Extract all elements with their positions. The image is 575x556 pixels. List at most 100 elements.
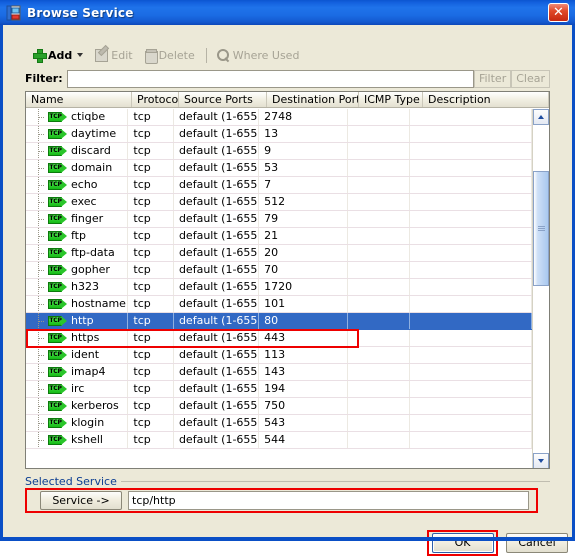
row-name-cell: TCP daytime	[26, 126, 129, 142]
table-row[interactable]: TCP kerberos tcpdefault (1-65535)750	[26, 398, 532, 415]
scroll-up-button[interactable]	[533, 109, 549, 125]
tree-branch-line	[26, 347, 48, 363]
add-button[interactable]: Add	[29, 45, 87, 65]
row-destination-ports-cell: 20	[259, 245, 349, 261]
filter-input[interactable]	[66, 69, 474, 88]
row-icmp-type-cell	[348, 347, 411, 363]
row-protocol-cell: tcp	[128, 194, 174, 210]
cancel-button[interactable]: Cancel	[506, 533, 568, 553]
table-row[interactable]: TCP gopher tcpdefault (1-65535)70	[26, 262, 532, 279]
row-name-label: imap4	[71, 365, 106, 378]
tcp-tag-icon: TCP	[48, 333, 67, 343]
row-source-ports-cell: default (1-65535)	[174, 211, 260, 227]
close-icon[interactable]: ✕	[548, 3, 569, 22]
filter-clear-button[interactable]: Clear	[511, 69, 550, 88]
row-name-cell: TCP h323	[26, 279, 129, 295]
table-row[interactable]: TCP imap4 tcpdefault (1-65535)143	[26, 364, 532, 381]
row-name-label: irc	[71, 382, 85, 395]
row-icmp-type-cell	[348, 381, 411, 397]
row-protocol-cell: tcp	[128, 228, 174, 244]
table-row[interactable]: TCP hostnametcpdefault (1-65535)101	[26, 296, 532, 313]
table-row[interactable]: TCP ctiqbe tcpdefault (1-65535)2748	[26, 109, 532, 126]
tcp-tag-icon: TCP	[48, 112, 67, 122]
tree-branch-line	[26, 381, 48, 397]
table-row[interactable]: TCP http tcpdefault (1-65535)80	[26, 313, 532, 330]
ok-button-annotation: OK	[427, 530, 498, 556]
table-row[interactable]: TCP daytime tcpdefault (1-65535)13	[26, 126, 532, 143]
table-row[interactable]: TCP discard tcpdefault (1-65535)9	[26, 143, 532, 160]
column-header-destination-ports[interactable]: Destination Ports	[267, 92, 359, 107]
column-header-icmp-type[interactable]: ICMP Type	[359, 92, 423, 107]
row-icmp-type-cell	[348, 143, 411, 159]
row-destination-ports-cell: 750	[259, 398, 349, 414]
scroll-down-button[interactable]	[533, 453, 549, 468]
row-source-ports-cell: default (1-65535)	[174, 177, 260, 193]
scrollbar-grip	[538, 226, 545, 231]
table-row[interactable]: TCP ident tcpdefault (1-65535)113	[26, 347, 532, 364]
row-destination-ports-cell: 1720	[259, 279, 349, 295]
tree-branch-line	[26, 194, 48, 210]
table-row[interactable]: TCP kshell tcpdefault (1-65535)544	[26, 432, 532, 449]
selected-service-input[interactable]	[128, 491, 529, 510]
tcp-tag-icon: TCP	[48, 163, 67, 173]
row-name-label: klogin	[71, 416, 105, 429]
row-name-label: ctiqbe	[71, 110, 106, 123]
edit-button-label: Edit	[111, 48, 133, 62]
filter-apply-button[interactable]: Filter	[473, 69, 512, 88]
column-header-name[interactable]: Name	[26, 92, 132, 107]
table-row[interactable]: TCP https tcpdefault (1-65535)443	[26, 330, 532, 347]
row-name-cell: TCP klogin	[26, 415, 129, 431]
tree-branch-line	[26, 415, 48, 431]
edit-button[interactable]: Edit	[91, 45, 136, 65]
table-row[interactable]: TCP domain tcpdefault (1-65535)53	[26, 160, 532, 177]
service-table: Name Protocol Source Ports Destination Port…	[25, 91, 550, 469]
row-destination-ports-cell: 512	[259, 194, 349, 210]
ok-button[interactable]: OK	[431, 533, 494, 553]
row-name-label: kerberos	[71, 399, 119, 412]
tree-branch-line	[26, 245, 48, 261]
plus-icon	[33, 49, 47, 63]
row-source-ports-cell: default (1-65535)	[174, 313, 260, 329]
row-icmp-type-cell	[348, 296, 411, 312]
row-name-label: hostname	[71, 297, 126, 310]
row-protocol-cell: tcp	[128, 245, 174, 261]
tcp-tag-icon: TCP	[48, 129, 67, 139]
tree-branch-line	[26, 109, 48, 125]
row-protocol-cell: tcp	[128, 262, 174, 278]
row-destination-ports-cell: 543	[259, 415, 349, 431]
edit-page-icon	[95, 48, 109, 62]
table-row[interactable]: TCP irc tcpdefault (1-65535)194	[26, 381, 532, 398]
tcp-tag-icon: TCP	[48, 265, 67, 275]
chevron-down-icon[interactable]	[77, 53, 84, 57]
row-description-cell	[410, 432, 532, 448]
title-bar[interactable]: Browse Service ✕	[0, 0, 575, 25]
table-row[interactable]: TCP ftp-data tcpdefault (1-65535)20	[26, 245, 532, 262]
table-row[interactable]: TCP finger tcpdefault (1-65535)79	[26, 211, 532, 228]
row-source-ports-cell: default (1-65535)	[174, 330, 260, 346]
row-source-ports-cell: default (1-65535)	[174, 126, 260, 142]
vertical-scrollbar[interactable]	[532, 109, 549, 468]
row-name-cell: TCP hostname	[26, 296, 129, 312]
where-used-button[interactable]: Where Used	[213, 45, 304, 65]
table-row[interactable]: TCP exec tcpdefault (1-65535)512	[26, 194, 532, 211]
column-header-description[interactable]: Description	[423, 92, 549, 107]
column-header-protocol[interactable]: Protocol	[132, 92, 179, 107]
table-row[interactable]: TCP ftp tcpdefault (1-65535)21	[26, 228, 532, 245]
tcp-tag-icon: TCP	[48, 214, 67, 224]
row-name-cell: TCP imap4	[26, 364, 129, 380]
tcp-tag-icon: TCP	[48, 197, 67, 207]
tree-branch-line	[26, 313, 48, 329]
tree-branch-line	[26, 177, 48, 193]
tree-branch-line	[26, 211, 48, 227]
scrollbar-thumb[interactable]	[533, 171, 549, 286]
row-protocol-cell: tcp	[128, 364, 174, 380]
row-description-cell	[410, 160, 532, 176]
table-row[interactable]: TCP klogin tcpdefault (1-65535)543	[26, 415, 532, 432]
tcp-tag-icon: TCP	[48, 299, 67, 309]
table-row[interactable]: TCP echo tcpdefault (1-65535)7	[26, 177, 532, 194]
tcp-tag-icon: TCP	[48, 367, 67, 377]
delete-button[interactable]: Delete	[141, 45, 199, 65]
service-arrow-button[interactable]: Service ->	[40, 491, 122, 510]
table-row[interactable]: TCP h323 tcpdefault (1-65535)1720	[26, 279, 532, 296]
column-header-source-ports[interactable]: Source Ports	[179, 92, 267, 107]
